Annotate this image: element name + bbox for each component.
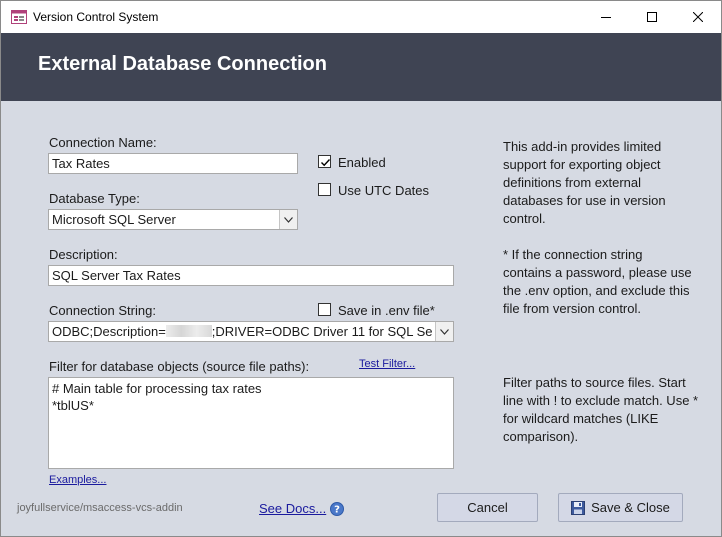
save-close-button[interactable]: Save & Close [558, 493, 683, 522]
info-text-addin: This add-in provides limited support for… [503, 139, 666, 226]
help-icon[interactable]: ? [330, 502, 344, 516]
checkmark-icon [321, 159, 331, 167]
use-utc-label: Use UTC Dates [338, 183, 430, 198]
enabled-checkbox[interactable] [318, 155, 331, 168]
maximize-icon [647, 12, 657, 22]
filter-textarea[interactable]: # Main table for processing tax rates *t… [48, 377, 454, 469]
minimize-button[interactable] [583, 1, 629, 33]
chevron-down-icon[interactable] [279, 210, 297, 229]
database-type-label: Database Type: [49, 191, 140, 206]
minimize-icon [601, 17, 611, 18]
chevron-down-icon[interactable] [435, 322, 453, 341]
connection-name-input[interactable]: Tax Rates [48, 153, 298, 174]
info-text-filter: Filter paths to source files. Start line… [503, 375, 699, 444]
test-filter-link[interactable]: Test Filter... [359, 358, 415, 370]
svg-text:?: ? [334, 505, 340, 516]
info-text-password: * If the connection string contains a pa… [503, 247, 692, 316]
description-label: Description: [49, 247, 118, 262]
form-icon [11, 10, 27, 24]
floppy-disk-icon [571, 500, 586, 515]
description-input[interactable]: SQL Server Tax Rates [48, 265, 454, 286]
close-button[interactable] [675, 1, 721, 33]
connection-name-label: Connection Name: [49, 135, 157, 150]
filter-line: *tblUS* [52, 398, 94, 413]
window-title: Version Control System [33, 10, 159, 24]
filter-line: # Main table for processing tax rates [52, 381, 262, 396]
repo-text: joyfullservice/msaccess-vcs-addin [17, 502, 183, 514]
database-type-select[interactable]: Microsoft SQL Server [48, 209, 298, 230]
vcs-dialog-window: Version Control System External Database… [0, 0, 722, 537]
filter-label: Filter for database objects (source file… [49, 359, 310, 374]
maximize-button[interactable] [629, 1, 675, 33]
connection-string-select[interactable]: ODBC;Description= ;DRIVER=ODBC Driver 11 … [48, 321, 454, 342]
database-type-value: Microsoft SQL Server [52, 212, 176, 227]
save-env-label: Save in .env file* [338, 303, 435, 318]
connection-string-value: ODBC;Description= ;DRIVER=ODBC Driver 11 … [52, 324, 433, 339]
connection-string-suffix: ;DRIVER=ODBC Driver 11 for SQL Server [211, 324, 433, 339]
save-close-label: Save & Close [591, 500, 670, 515]
page-title: External Database Connection [38, 53, 327, 75]
close-icon [693, 12, 703, 22]
save-env-checkbox[interactable] [318, 303, 331, 316]
examples-link[interactable]: Examples... [49, 474, 106, 486]
connection-string-label: Connection String: [49, 303, 156, 318]
title-bar[interactable]: Version Control System [1, 1, 721, 33]
enabled-label: Enabled [338, 155, 386, 170]
redacted-value [165, 325, 212, 337]
use-utc-checkbox[interactable] [318, 183, 331, 196]
see-docs-link[interactable]: See Docs... [259, 501, 326, 516]
cancel-button[interactable]: Cancel [437, 493, 538, 522]
connection-string-prefix: ODBC;Description= [52, 324, 166, 339]
